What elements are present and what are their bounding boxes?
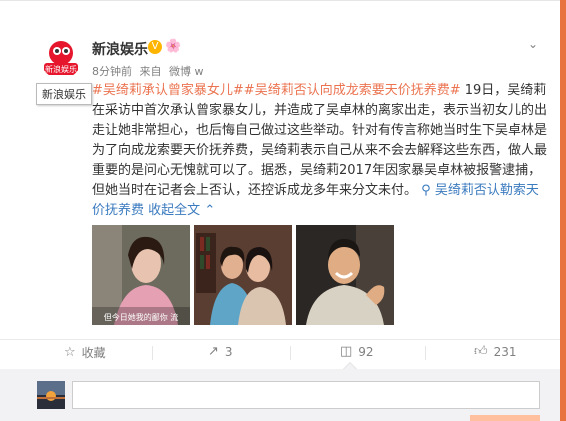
- photo-caption: 但今日她我的鄙你 流: [104, 312, 179, 322]
- comment-icon: ◫: [340, 344, 353, 359]
- link-icon: ⚲: [421, 183, 431, 198]
- verified-icon: V: [148, 40, 162, 54]
- post-body: 19日，吴绮莉在采访中首次承认曾家暴女儿，并造成了吴卓林的离家出走，表示当初女儿…: [92, 83, 548, 198]
- action-bar: ☆ 收藏 ↗ 3 ◫ 92 👍︎ 231: [0, 339, 560, 365]
- topic-tag[interactable]: #吴绮莉否认向成龙索要天价抚养费#: [244, 83, 461, 98]
- photo-thumbnail[interactable]: [296, 225, 394, 325]
- chevron-down-icon[interactable]: ⌄: [528, 37, 538, 51]
- username[interactable]: 新浪娱乐: [92, 39, 148, 59]
- thumbs-up-icon: 👍︎: [474, 344, 488, 359]
- weibo-post-card: 新浪娱乐 新浪娱乐 V 🌸 8分钟前 来自 微博 w ⌄ #吴绮莉承认曾家暴女儿…: [0, 0, 560, 421]
- like-button[interactable]: 👍︎ 231: [474, 344, 517, 359]
- repost-button[interactable]: ↗ 3: [208, 344, 233, 359]
- avatar[interactable]: 新浪娱乐: [40, 37, 82, 79]
- svg-text:新浪娱乐: 新浪娱乐: [45, 64, 77, 74]
- vip-icon: 🌸: [165, 39, 182, 54]
- user-avatar[interactable]: [37, 381, 65, 409]
- page-frame: [560, 0, 566, 421]
- source-prefix: 来自: [139, 65, 162, 78]
- collapse-link[interactable]: 收起全文: [148, 203, 200, 218]
- repost-icon: ↗: [208, 344, 219, 359]
- comment-button[interactable]: ◫ 92: [340, 344, 374, 359]
- topic-tag[interactable]: #吴绮莉承认曾家暴女儿#: [92, 83, 244, 98]
- username-tooltip: 新浪娱乐: [36, 83, 92, 105]
- post-meta: 8分钟前 来自 微博 w: [92, 63, 208, 79]
- comment-submit-button[interactable]: [470, 415, 540, 421]
- photo-thumbnail[interactable]: [194, 225, 292, 325]
- post-time[interactable]: 8分钟前: [92, 65, 132, 78]
- post-source[interactable]: 微博 w: [169, 65, 204, 78]
- comment-input[interactable]: [72, 381, 540, 409]
- star-icon: ☆: [64, 345, 76, 360]
- photo-thumbnail[interactable]: 但今日她我的鄙你 流: [92, 225, 190, 325]
- favorite-button[interactable]: ☆ 收藏: [64, 344, 106, 361]
- post-text: #吴绮莉承认曾家暴女儿##吴绮莉否认向成龙索要天价抚养费# 19日，吴绮莉在采访…: [92, 81, 547, 221]
- chevron-up-icon[interactable]: ⌃: [204, 203, 215, 218]
